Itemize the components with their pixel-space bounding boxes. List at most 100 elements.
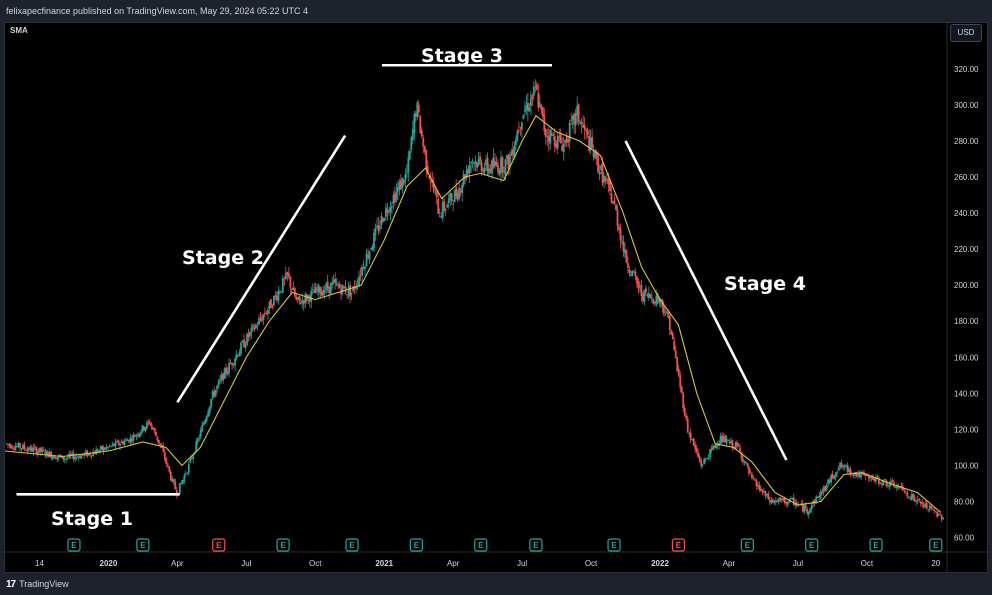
y-tick-label: 320.00 — [954, 65, 979, 74]
candle-body — [619, 228, 622, 241]
candle-body — [198, 437, 201, 439]
candle-body — [907, 496, 910, 499]
sma-line[interactable] — [4, 114, 941, 513]
candle-body — [709, 449, 712, 458]
candle-body — [258, 318, 260, 325]
candle-body — [637, 281, 640, 289]
earnings-marker-label: E — [533, 541, 539, 550]
candle-body — [904, 491, 907, 493]
y-tick-label: 300.00 — [954, 101, 979, 110]
candle-body — [751, 473, 753, 478]
candle-body — [942, 518, 945, 519]
x-tick-label: 2020 — [100, 559, 118, 568]
candle-body — [450, 193, 453, 202]
x-tick-label: 2021 — [375, 559, 393, 568]
candle-body — [216, 385, 219, 390]
candle-body — [184, 474, 187, 475]
y-tick-label: 200.00 — [954, 281, 979, 290]
candle-body — [374, 228, 377, 235]
candle-body — [725, 438, 728, 444]
indicator-label-sma[interactable]: SMA — [10, 26, 28, 35]
y-tick-label: 100.00 — [954, 461, 979, 470]
candle-body — [210, 399, 213, 408]
candle-body — [65, 458, 68, 460]
candle-body — [468, 165, 471, 174]
candle-body — [700, 460, 703, 466]
candle-body — [737, 445, 740, 447]
stage-3-label[interactable]: Stage 3 — [421, 45, 503, 67]
tradingview-logo[interactable]: 17 TradingView — [6, 574, 69, 595]
x-tick-label: Apr — [447, 559, 460, 568]
candle-body — [671, 333, 674, 340]
candle-body — [452, 203, 455, 205]
candle-body — [278, 292, 281, 294]
candle-body — [683, 407, 686, 416]
earnings-marker-label: E — [745, 541, 751, 550]
candle-body — [752, 478, 755, 480]
candle-body — [556, 135, 559, 149]
candle-body — [334, 278, 337, 283]
candle-body — [147, 421, 150, 423]
tradingview-logo-icon: 17 — [6, 579, 16, 590]
candle-body — [591, 136, 593, 149]
candle-body — [692, 438, 695, 446]
candle-body — [517, 130, 520, 131]
candle-body — [677, 368, 680, 376]
candle-body — [685, 415, 688, 419]
candle-body — [695, 447, 698, 452]
candle-body — [458, 188, 461, 199]
stage-1-label[interactable]: Stage 1 — [51, 508, 133, 530]
candle-body — [686, 418, 689, 433]
candle-body — [166, 464, 169, 466]
candle-body — [259, 317, 262, 320]
candle-body — [912, 493, 915, 498]
price-chart[interactable]: 60.00 80.00 100.00 120.00 140.00 160.00 180.00… — [0, 0, 992, 595]
candle-body — [906, 492, 909, 497]
x-tick-label: 14 — [35, 559, 44, 568]
candle-body — [132, 434, 135, 441]
candle-body — [154, 431, 157, 436]
earnings-marker-label: E — [280, 541, 286, 550]
candle-body — [205, 415, 208, 421]
candle-body — [395, 191, 398, 201]
stage-4-label[interactable]: Stage 4 — [724, 273, 806, 295]
candle-body — [562, 143, 565, 153]
stage-4-line[interactable] — [624, 140, 788, 461]
candle-body — [123, 440, 126, 445]
candle-body — [189, 458, 192, 463]
candle-body — [267, 309, 269, 314]
currency-button[interactable]: USD — [950, 24, 982, 42]
candle-body — [825, 485, 828, 490]
candle-body — [287, 273, 290, 277]
candle-body — [610, 193, 613, 203]
candle-body — [293, 288, 296, 297]
candle-body — [262, 314, 265, 320]
y-tick-label: 180.00 — [954, 317, 979, 326]
candle-body — [749, 472, 752, 474]
candle-body — [701, 465, 704, 467]
candle-body — [913, 497, 916, 501]
earnings-marker-label: E — [71, 541, 77, 550]
candle-body — [163, 452, 166, 460]
candle-body — [168, 466, 171, 472]
candle-body — [559, 134, 562, 143]
candle-body — [742, 458, 744, 462]
candle-body — [495, 162, 498, 166]
candle-body — [413, 114, 416, 133]
candle-body — [10, 444, 12, 449]
candle-body — [804, 504, 807, 509]
candle-body — [379, 226, 381, 229]
candle-body — [186, 472, 189, 474]
candle-body — [391, 205, 393, 208]
candle-body — [323, 290, 326, 293]
earnings-marker-label: E — [140, 541, 146, 550]
candle-body — [915, 500, 918, 503]
candle-body — [836, 471, 838, 474]
candle-body — [891, 480, 894, 482]
candle-body — [228, 362, 230, 373]
candle-body — [172, 479, 175, 483]
candle-body — [698, 456, 701, 461]
stage-2-label[interactable]: Stage 2 — [182, 247, 264, 269]
candle-body — [446, 204, 449, 208]
y-tick-label: 280.00 — [954, 137, 979, 146]
